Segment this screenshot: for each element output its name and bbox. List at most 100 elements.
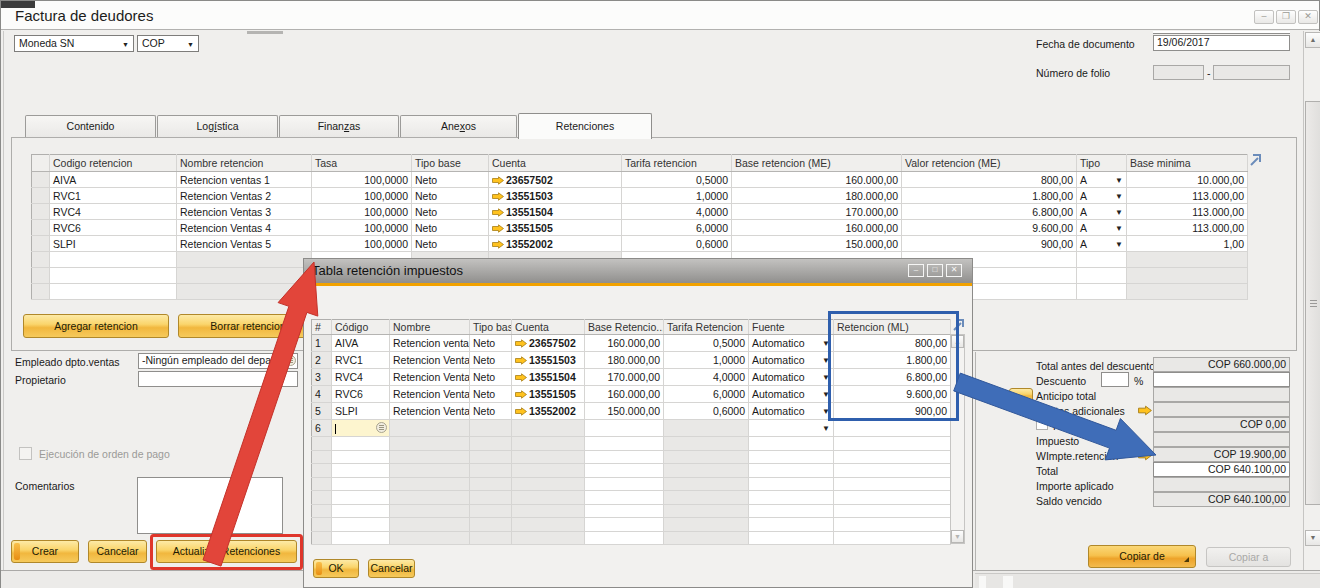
client-edge	[3, 31, 4, 570]
expand-table-icon[interactable]	[1249, 153, 1262, 166]
link-arrow-icon[interactable]	[1138, 405, 1152, 416]
owner-field[interactable]	[138, 371, 298, 387]
table-row-empty	[312, 518, 951, 532]
create-button[interactable]: Crear	[11, 540, 79, 563]
menu-fragment	[1, 1, 35, 8]
add-retention-button[interactable]: Agregar retencion	[23, 314, 169, 338]
percent-sign: %	[1134, 375, 1143, 387]
tab-finanzas[interactable]: Finanzas	[279, 115, 399, 138]
arrow-up-icon: ▲	[1310, 36, 1317, 43]
link-arrow-icon	[492, 176, 504, 185]
dialog-scrollbar[interactable]: ▲ ▼	[950, 334, 965, 544]
chevron-down-icon: ▼	[187, 41, 194, 49]
payment-order-label: Ejecución de orden de pago	[39, 448, 170, 460]
delete-retention-button[interactable]: Borrar retencion	[178, 314, 318, 338]
link-arrow-icon[interactable]	[1138, 450, 1152, 461]
minimize-icon: –	[1261, 11, 1266, 21]
close-icon: ✕	[951, 265, 958, 274]
chevron-down-icon: ▼	[1115, 193, 1123, 201]
clipped-fragment	[247, 31, 283, 34]
cancel-button[interactable]: Cancelar	[88, 540, 147, 563]
screenshot-root: { "window": {"title": "Factura de deudor…	[0, 0, 1320, 588]
more-button[interactable]: ...	[1009, 388, 1033, 402]
chevron-down-icon: ▼	[822, 357, 830, 365]
scroll-up-button[interactable]: ▲	[951, 335, 964, 348]
applied-amount-field	[1153, 477, 1290, 492]
dialog-title-bar[interactable]: Tabla retención impuestos – □ ✕	[304, 259, 972, 283]
ok-button[interactable]: OK	[313, 559, 359, 578]
chevron-down-icon: ▼	[1115, 209, 1123, 217]
tax-label: Impuesto	[1036, 435, 1079, 447]
tab-retenciones[interactable]: Retenciones	[518, 113, 652, 139]
dialog-close-button[interactable]: ✕	[946, 264, 962, 277]
table-row: RVC6 Retencion Ventas 4 100,0000 Neto 13…	[32, 220, 1248, 236]
discount-pct-field[interactable]	[1101, 372, 1129, 387]
table-row-empty	[312, 504, 951, 518]
folio-separator: -	[1207, 67, 1211, 79]
table-row-empty	[312, 477, 951, 491]
link-arrow-icon	[492, 224, 504, 233]
chevron-down-icon: ▼	[1115, 225, 1123, 233]
folio-number-field[interactable]	[1213, 65, 1290, 80]
copy-from-button[interactable]: Copiar de	[1088, 545, 1196, 568]
scrollbar-thumb[interactable]	[1305, 101, 1320, 505]
tab-anexos[interactable]: Anexos	[400, 115, 517, 138]
close-button[interactable]: ✕	[1298, 10, 1318, 24]
tab-contenido[interactable]: Contenido	[25, 115, 156, 138]
retention-tax-dialog: Tabla retención impuestos – □ ✕ # Código…	[303, 258, 973, 588]
update-retentions-button[interactable]: Actualizar Retenciones	[156, 540, 297, 563]
dialog-minimize-button[interactable]: –	[908, 264, 924, 277]
scroll-down-button[interactable]: ▼	[1305, 530, 1320, 546]
tax-field	[1153, 432, 1290, 447]
table-row: 4 RVC6 Retencion Ventas Neto 13551505 16…	[312, 386, 951, 403]
total-before-discount-label: Total antes del descuento	[1036, 360, 1155, 372]
link-arrow-icon	[515, 373, 527, 382]
sales-employee-field[interactable]: -Ningún empleado del depart	[138, 353, 298, 369]
folio-prefix-field[interactable]	[1153, 65, 1204, 80]
total-field[interactable]: COP 640.100,00	[1153, 462, 1290, 477]
minimize-icon: –	[914, 265, 918, 274]
tab-logistica[interactable]: Logística	[157, 115, 278, 138]
owner-label: Propietario	[15, 374, 66, 386]
currency-select[interactable]: COP▼	[137, 35, 199, 52]
vertical-scrollbar[interactable]: ▲ ▼	[1303, 31, 1320, 570]
doc-date-label: Fecha de documento	[1036, 38, 1135, 50]
link-arrow-icon	[515, 390, 527, 399]
table-row: SLPI Retencion Ventas 5 100,0000 Neto 13…	[32, 236, 1248, 252]
dialog-maximize-button[interactable]: □	[927, 264, 943, 277]
choose-list-icon[interactable]	[376, 422, 387, 433]
thumb-grip	[1310, 300, 1317, 309]
chevron-down-icon: ▼	[822, 408, 830, 416]
background-grid-strip	[975, 573, 1320, 588]
table-row-empty	[312, 531, 951, 545]
copy-to-button[interactable]: Copiar a	[1206, 547, 1291, 567]
choose-list-icon[interactable]	[285, 355, 296, 366]
wtax-field: COP 19.900,00	[1153, 447, 1290, 462]
chevron-down-icon: ▼	[822, 391, 830, 399]
chevron-down-icon: ▼	[822, 340, 830, 348]
rounding-checkbox[interactable]	[1036, 418, 1048, 430]
freight-field	[1153, 402, 1290, 417]
dialog-title: Tabla retención impuestos	[312, 263, 463, 278]
discount-value-field[interactable]	[1153, 372, 1290, 387]
scroll-down-button[interactable]: ▼	[951, 530, 964, 543]
total-label: Total	[1036, 465, 1058, 477]
scroll-up-button[interactable]: ▲	[1305, 32, 1320, 48]
expand-table-icon[interactable]	[952, 318, 965, 331]
table-row: 3 RVC4 Retencion Ventas Neto 13551504 17…	[312, 369, 951, 386]
comments-label: Comentarios	[15, 480, 75, 492]
advance-label: Anticipo total	[1036, 390, 1096, 402]
dialog-accent-line	[304, 283, 972, 286]
currency-mode-select[interactable]: Moneda SN▼	[14, 35, 134, 52]
comments-textarea[interactable]	[137, 477, 283, 534]
doc-date-field[interactable]: 19/06/2017	[1153, 35, 1290, 51]
sales-employee-label: Empleado dpto.ventas	[15, 356, 120, 368]
maximize-icon: □	[933, 265, 938, 274]
minimize-button[interactable]: –	[1254, 10, 1274, 24]
balance-due-label: Saldo vencido	[1036, 495, 1102, 507]
dialog-cancel-button[interactable]: Cancelar	[368, 559, 415, 578]
table-row-new: 6 ▼	[312, 420, 951, 437]
restore-button[interactable]: ❐	[1276, 10, 1296, 24]
payment-order-checkbox[interactable]	[19, 447, 32, 460]
table-row: AIVA Retencion ventas 1 100,0000 Neto 23…	[32, 172, 1248, 188]
